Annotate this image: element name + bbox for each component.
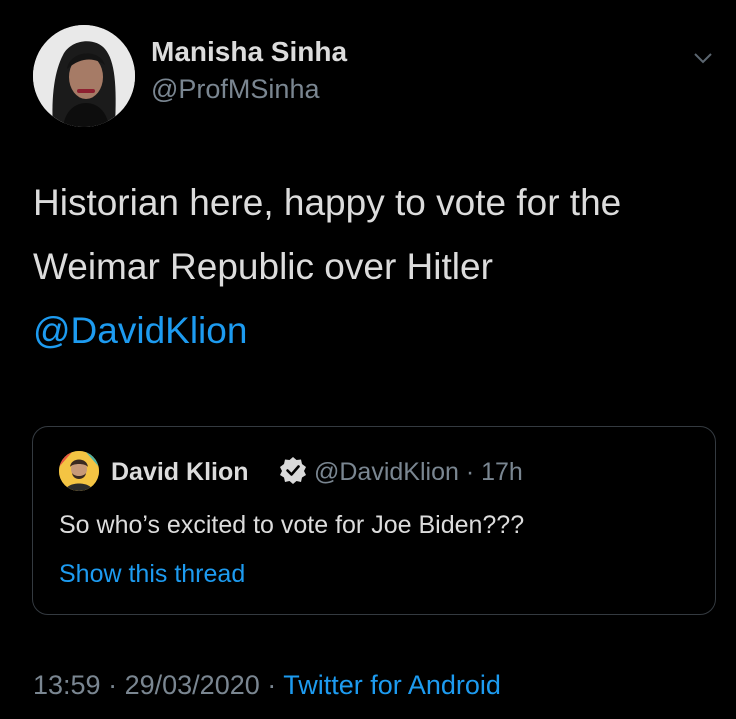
tweet-text: Historian here, happy to vote for the We… xyxy=(33,171,713,363)
author-name[interactable]: Manisha Sinha xyxy=(151,36,347,68)
quoted-meta: @DavidKlion · 17h xyxy=(314,458,523,487)
tweet-date[interactable]: 29/03/2020 xyxy=(125,670,260,700)
author-avatar[interactable] xyxy=(33,25,135,127)
author-handle[interactable]: @ProfMSinha xyxy=(151,74,319,105)
footer-separator: · xyxy=(108,670,118,700)
chevron-down-icon[interactable] xyxy=(692,50,714,66)
tweet-detail: Manisha Sinha @ProfMSinha Historian here… xyxy=(0,0,736,719)
meta-separator: · xyxy=(465,458,475,486)
tweet-text-line: Historian here, happy to vote for the xyxy=(33,182,622,223)
quoted-author-name[interactable]: David Klion xyxy=(111,458,249,487)
verified-badge-icon xyxy=(280,457,306,484)
quoted-tweet-text: So who’s excited to vote for Joe Biden??… xyxy=(59,511,525,539)
quoted-timestamp[interactable]: 17h xyxy=(481,458,523,486)
quoted-tweet-card[interactable]: David Klion @DavidKlion · 17h So who’s e… xyxy=(32,426,716,615)
show-thread-link[interactable]: Show this thread xyxy=(59,560,245,589)
tweet-time[interactable]: 13:59 xyxy=(33,670,101,700)
tweet-footer: 13:59 · 29/03/2020 · Twitter for Android xyxy=(33,670,501,701)
tweet-source-link[interactable]: Twitter for Android xyxy=(283,670,501,700)
quoted-author-handle[interactable]: @DavidKlion xyxy=(314,458,459,486)
footer-separator: · xyxy=(267,670,277,700)
quoted-author-avatar[interactable] xyxy=(59,451,99,491)
mention-link[interactable]: @DavidKlion xyxy=(33,299,713,363)
tweet-text-line: Weimar Republic over Hitler xyxy=(33,246,493,287)
